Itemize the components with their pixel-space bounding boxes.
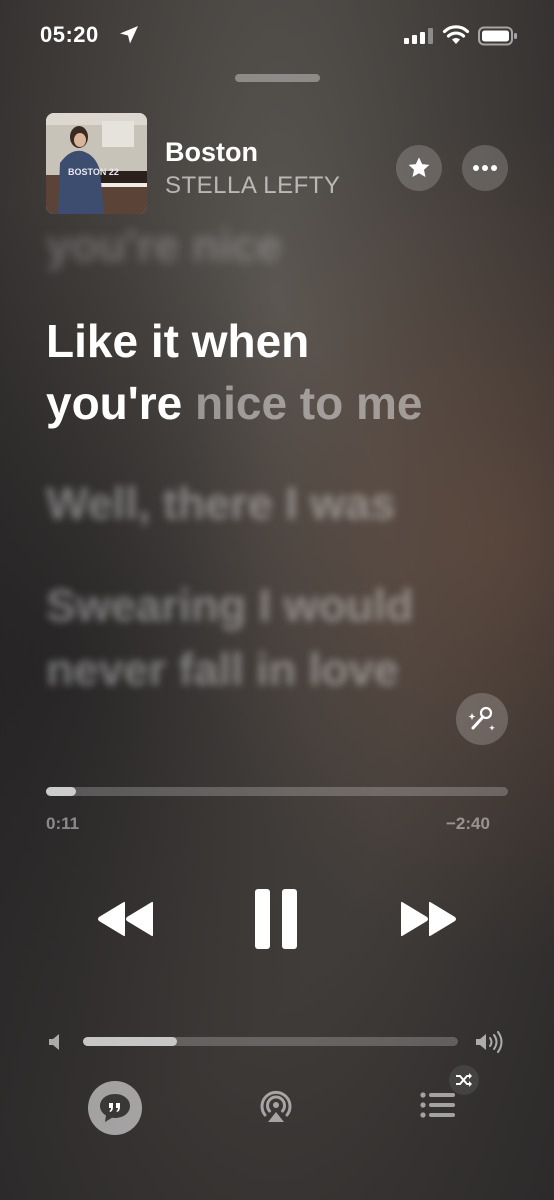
sheet-grabber[interactable] — [235, 74, 320, 82]
favorite-button[interactable] — [396, 145, 442, 191]
pause-button[interactable] — [252, 889, 300, 949]
lyric-line-next-1[interactable]: Well, there I was — [46, 478, 395, 530]
elapsed-time: 0:11 — [46, 814, 80, 833]
rewind-button[interactable] — [95, 898, 157, 940]
album-artwork[interactable]: BOSTON 22 — [46, 113, 147, 214]
pause-icon — [255, 889, 297, 949]
artwork-jersey-text: BOSTON 22 — [68, 167, 119, 177]
cellular-signal-icon — [404, 28, 433, 44]
wifi-icon — [442, 25, 470, 44]
lyric-line-current[interactable]: Like it when you're nice to me — [46, 310, 423, 434]
song-title[interactable]: Boston — [165, 137, 258, 168]
playback-scrubber[interactable] — [46, 787, 508, 796]
playback-progress-fill — [46, 787, 76, 796]
status-time: 05:20 — [40, 22, 99, 47]
volume-high-icon — [476, 1031, 503, 1053]
shuffle-indicator — [449, 1065, 479, 1095]
lyric-line-next-2a[interactable]: Swearing I would — [46, 580, 414, 632]
artwork-image: BOSTON 22 — [46, 113, 147, 214]
star-icon — [408, 157, 430, 177]
fast-forward-button[interactable] — [397, 898, 459, 940]
microphone-sparkle-icon — [456, 693, 508, 745]
fast-forward-icon — [401, 901, 456, 937]
volume-low-icon — [49, 1034, 59, 1050]
lyric-sung-text: you're — [46, 377, 183, 429]
quote-bubble-icon — [100, 1094, 130, 1122]
lyric-current-part-2: you're nice to me — [46, 372, 423, 434]
shuffle-icon — [456, 1073, 472, 1087]
volume-slider[interactable] — [83, 1037, 458, 1046]
airplay-button[interactable] — [258, 1088, 294, 1124]
airplay-icon — [260, 1090, 292, 1122]
volume-slider-fill — [83, 1037, 177, 1046]
list-icon — [420, 1092, 455, 1118]
sing-button[interactable] — [456, 693, 508, 745]
lyrics-button[interactable] — [88, 1081, 142, 1135]
lyric-line-next-2b[interactable]: never fall in love — [46, 644, 399, 696]
lyric-current-part-1: Like it when — [46, 315, 310, 367]
more-options-button[interactable] — [462, 145, 508, 191]
lyric-unsung-text: nice to me — [194, 377, 423, 429]
battery-icon — [478, 26, 517, 46]
remaining-time: −2:40 — [446, 814, 490, 833]
artist-name[interactable]: STELLA LEFTY — [165, 172, 340, 200]
rewind-icon — [98, 901, 153, 937]
queue-button[interactable] — [419, 1090, 457, 1120]
location-arrow-icon — [120, 26, 138, 44]
ellipsis-icon — [473, 165, 497, 171]
lyric-line-previous[interactable]: you're nice — [46, 220, 282, 272]
